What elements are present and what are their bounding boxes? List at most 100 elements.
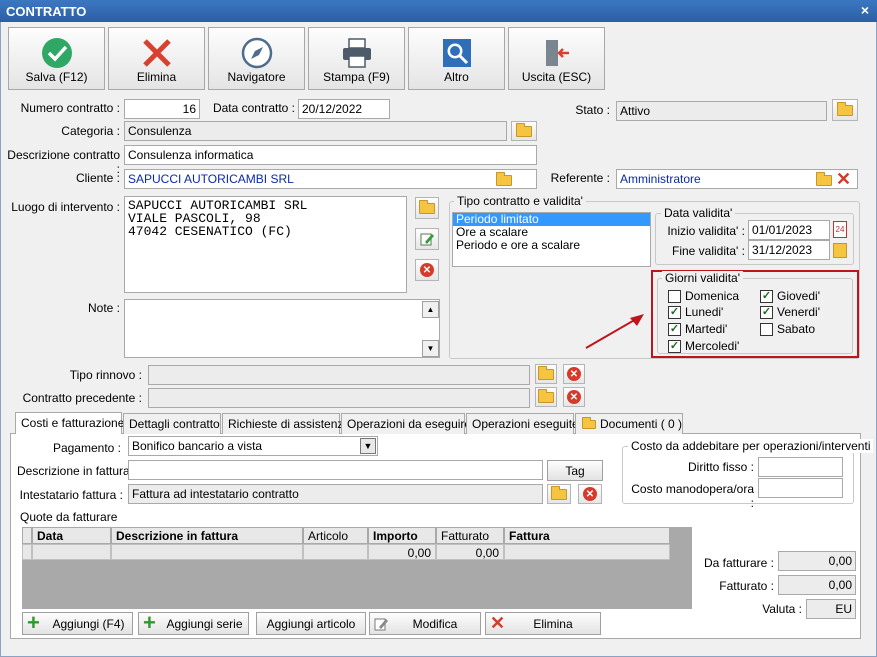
exit-button[interactable]: Uscita (ESC) (508, 27, 605, 90)
referente-clear-icon[interactable]: ✕ (836, 170, 851, 188)
precedente-delete-button[interactable]: ✕ (563, 387, 585, 407)
navigator-label: Navigatore (227, 70, 286, 84)
checkbox-label: Mercoledi' (685, 339, 740, 353)
checkbox-giovedi[interactable]: ✓ Giovedi' (760, 289, 820, 303)
tab-operazioni-eseguite[interactable]: Operazioni eseguite (466, 413, 579, 434)
rinnovo-folder-button[interactable] (535, 364, 557, 384)
intestatario-label: Intestatario fattura : (19, 488, 123, 502)
referente-label: Referente : (550, 171, 610, 185)
window-title: CONTRATTO (6, 4, 87, 19)
tipo-contratto-title: Tipo contratto e validita' (454, 194, 586, 208)
tab-operazioni-da-eseguire[interactable]: Operazioni da eseguire (341, 413, 471, 434)
checkbox-label: Lunedi' (685, 305, 724, 319)
inizio-field[interactable]: 01/01/2023 (748, 220, 830, 240)
save-button[interactable]: Salva (F12) (8, 27, 105, 90)
manodopera-field[interactable] (758, 478, 843, 498)
close-icon[interactable]: × (861, 2, 869, 18)
delete-label: Elimina (136, 70, 177, 84)
folder-icon (516, 122, 532, 137)
grid-header-data[interactable]: Data (32, 527, 111, 544)
fine-field[interactable]: 31/12/2023 (748, 240, 830, 260)
delete-button[interactable]: Elimina (108, 27, 205, 90)
other-button[interactable]: Altro (408, 27, 505, 90)
tab-dettagli[interactable]: Dettagli contratto (123, 413, 221, 434)
intestatario-field[interactable]: Fattura ad intestatario contratto (128, 484, 543, 504)
data-contratto-field[interactable]: 20/12/2022 (298, 99, 390, 119)
edit-button[interactable]: Modifica (369, 612, 481, 635)
tab-richieste[interactable]: Richieste di assistenza (222, 413, 350, 434)
chevron-down-icon[interactable]: ▼ (360, 438, 376, 454)
fine-label: Fine validita' : (672, 244, 745, 258)
numero-field[interactable]: 16 (124, 99, 200, 119)
delete-row-button[interactable]: ✕ Elimina (485, 612, 601, 635)
diritto-field[interactable] (758, 457, 843, 477)
grid-header-importo[interactable]: Importo (368, 527, 436, 544)
add-series-label: Aggiungi serie (166, 616, 243, 631)
categoria-field[interactable]: Consulenza (124, 121, 507, 141)
plus-icon: + (27, 610, 40, 635)
delete-x-icon: ✕ (490, 613, 506, 633)
tab-documenti[interactable]: Documenti ( 0 ) (575, 413, 683, 434)
add-button[interactable]: + Aggiungi (F4) (22, 610, 133, 635)
categoria-folder-button[interactable] (511, 121, 537, 141)
cliente-folder-icon[interactable] (496, 172, 512, 186)
intestatario-folder-button[interactable] (547, 484, 571, 504)
referente-folder-icon[interactable] (816, 172, 832, 186)
checkmark-icon: ✓ (760, 289, 773, 303)
note-textarea[interactable] (124, 299, 440, 358)
luogo-folder-button[interactable] (415, 197, 439, 219)
tipo-option[interactable]: Periodo e ore a scalare (453, 239, 650, 252)
navigator-button[interactable]: Navigatore (208, 27, 305, 90)
pagamento-label: Pagamento : (52, 441, 121, 455)
rinnovo-field[interactable] (148, 365, 530, 385)
descr-fatt-field[interactable] (128, 460, 543, 480)
delete-row-label: Elimina (533, 616, 573, 631)
delete-x-icon (142, 39, 171, 67)
luogo-edit-button[interactable] (415, 228, 439, 250)
grid-header-descrizione[interactable]: Descrizione in fattura (111, 527, 303, 544)
add-series-button[interactable]: + Aggiungi serie (138, 610, 249, 635)
search-icon (442, 39, 471, 67)
save-label: Salva (F12) (25, 70, 88, 84)
checkbox-sabato[interactable]: Sabato (760, 322, 815, 336)
add-article-button[interactable]: Aggiungi articolo (256, 612, 366, 635)
checkmark-icon: ✓ (760, 305, 773, 319)
compass-icon (241, 37, 272, 69)
calendar-icon[interactable]: 24 (833, 221, 847, 238)
delete-circle-icon: ✕ (420, 263, 434, 277)
fatturato-field: 0,00 (778, 575, 856, 595)
cliente-field[interactable]: SAPUCCI AUTORICAMBI SRL (124, 169, 537, 189)
checkbox-domenica[interactable]: Domenica (668, 289, 739, 303)
precedente-folder-button[interactable] (535, 387, 557, 407)
edit-pencil-icon (374, 618, 388, 631)
luogo-textarea[interactable]: SAPUCCI AUTORICAMBI SRL VIALE PASCOLI, 9… (124, 196, 407, 293)
checkbox-mercoledi[interactable]: ✓ Mercoledi' (668, 339, 739, 353)
intestatario-delete-button[interactable]: ✕ (578, 484, 602, 504)
pagamento-select[interactable]: Bonifico bancario a vista (128, 436, 378, 456)
stato-field[interactable]: Attivo (616, 101, 827, 121)
checkbox-label: Venerdi' (777, 305, 820, 319)
descrizione-field[interactable]: Consulenza informatica (124, 145, 537, 165)
luogo-delete-button[interactable]: ✕ (415, 259, 439, 281)
fatturato-label: Fatturato : (719, 579, 774, 593)
grid-header-fattura[interactable]: Fattura (504, 527, 670, 544)
tab-costi[interactable]: Costi e fatturazione (15, 412, 124, 434)
date-folder-icon[interactable] (833, 243, 847, 258)
rinnovo-delete-button[interactable]: ✕ (563, 364, 585, 384)
print-button[interactable]: Stampa (F9) (308, 27, 405, 90)
note-scroll-down-icon[interactable]: ▼ (422, 340, 439, 357)
tag-button[interactable]: Tag (547, 460, 603, 481)
stato-folder-button[interactable] (832, 99, 858, 121)
checkbox-lunedi[interactable]: ✓ Lunedi' (668, 305, 723, 319)
print-label: Stampa (F9) (323, 70, 390, 84)
tipo-contratto-listbox[interactable]: Periodo limitato Ore a scalare Periodo e… (452, 212, 651, 267)
note-scroll-up-icon[interactable]: ▲ (422, 301, 439, 318)
precedente-field[interactable] (148, 388, 530, 408)
checkbox-venerdi[interactable]: ✓ Venerdi' (760, 305, 820, 319)
descr-fatt-label: Descrizione in fattura (17, 464, 130, 478)
edit-label: Modifica (412, 616, 458, 631)
checkbox-martedi[interactable]: ✓ Martedi' (668, 322, 727, 336)
grid-header-fatturato[interactable]: Fatturato (436, 527, 504, 544)
grid-header-articolo[interactable]: Articolo (303, 527, 368, 544)
plus-icon: + (143, 610, 156, 635)
